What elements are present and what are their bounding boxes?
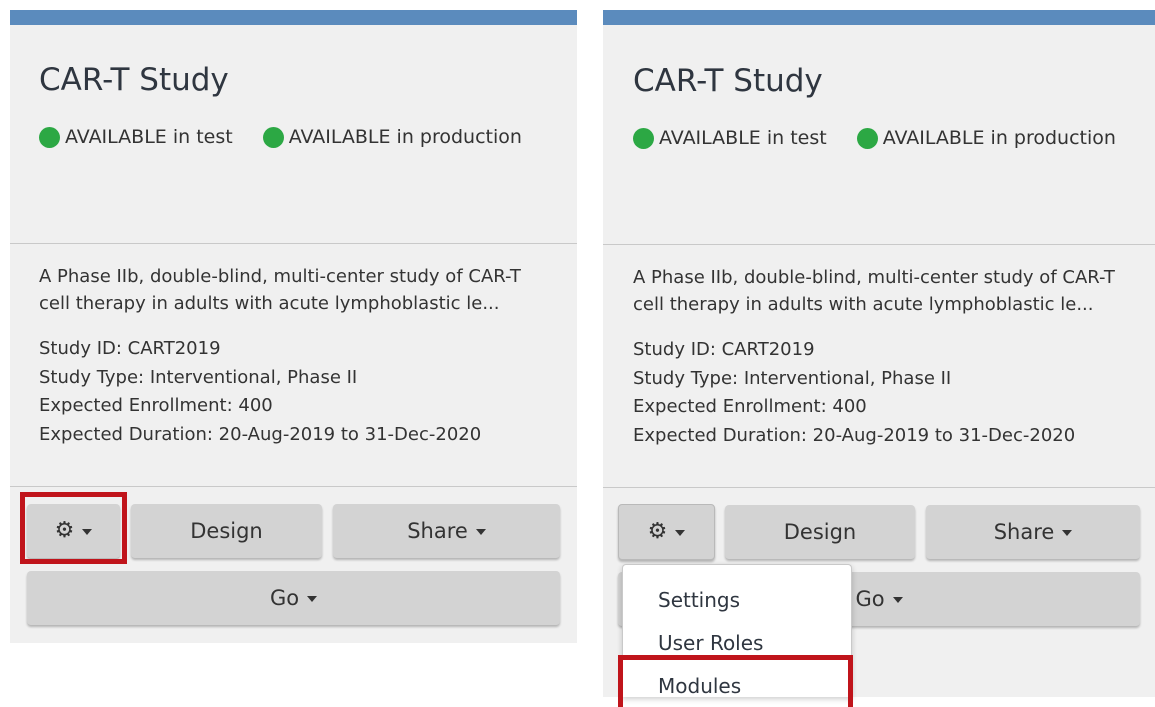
status-production: AVAILABLE in production — [262, 126, 522, 148]
study-description: A Phase IIb, double-blind, multi-center … — [39, 266, 521, 314]
divider — [10, 486, 577, 487]
expected-enrollment: Expected Enrollment: 400 — [39, 395, 273, 416]
chevron-down-icon — [1062, 530, 1073, 536]
status-production-label: AVAILABLE in production — [288, 126, 522, 148]
study-details: Study ID: CART2019 Study Type: Intervent… — [633, 336, 1075, 450]
design-button[interactable]: Design — [725, 505, 915, 559]
share-button-label: Share — [993, 520, 1055, 544]
study-description: A Phase IIb, double-blind, multi-center … — [633, 267, 1115, 315]
study-id: Study ID: CART2019 — [633, 339, 815, 360]
study-type: Study Type: Interventional, Phase II — [633, 367, 952, 389]
status-test: AVAILABLE in test — [39, 126, 233, 148]
highlight-box — [618, 655, 853, 707]
go-button[interactable]: Go — [27, 571, 560, 625]
status-dot-icon — [633, 127, 654, 149]
status-dot-icon — [856, 127, 878, 149]
status-test-label: AVAILABLE in test — [659, 127, 827, 149]
share-button[interactable]: Share — [926, 505, 1140, 559]
study-title: CAR-T Study — [633, 63, 823, 99]
study-card-right: CAR-T Study AVAILABLE in test AVAILABLE … — [603, 10, 1155, 707]
design-button[interactable]: Design — [131, 504, 322, 558]
status-production-label: AVAILABLE in production — [882, 127, 1116, 149]
card-header-bar — [603, 10, 1155, 25]
go-button-label: Go — [269, 586, 300, 610]
status-row: AVAILABLE in test AVAILABLE in productio… — [39, 126, 522, 148]
status-production: AVAILABLE in production — [856, 127, 1116, 149]
chevron-down-icon — [307, 596, 318, 602]
menu-item-user-roles[interactable]: User Roles — [658, 631, 763, 655]
expected-duration: Expected Duration: 20-Aug-2019 to 31-Dec… — [39, 423, 482, 445]
design-button-label: Design — [783, 520, 857, 544]
study-id: Study ID: CART2019 — [39, 338, 221, 359]
share-button-label: Share — [407, 519, 468, 543]
study-details: Study ID: CART2019 Study Type: Intervent… — [39, 335, 481, 449]
divider — [10, 243, 577, 244]
card-header-bar — [10, 10, 577, 25]
divider — [603, 244, 1155, 245]
study-type: Study Type: Interventional, Phase II — [39, 366, 358, 388]
status-dot-icon — [39, 126, 60, 148]
study-title: CAR-T Study — [39, 62, 229, 98]
status-dot-icon — [262, 126, 284, 148]
expected-enrollment: Expected Enrollment: 400 — [633, 396, 867, 417]
status-row: AVAILABLE in test AVAILABLE in productio… — [633, 127, 1116, 149]
design-button-label: Design — [190, 519, 263, 543]
chevron-down-icon — [892, 597, 903, 603]
share-button[interactable]: Share — [333, 504, 560, 558]
chevron-down-icon — [675, 530, 686, 536]
gear-icon: ⚙ — [647, 519, 668, 544]
chevron-down-icon — [475, 529, 486, 535]
menu-item-settings[interactable]: Settings — [658, 588, 740, 612]
status-test: AVAILABLE in test — [633, 127, 827, 149]
status-test-label: AVAILABLE in test — [65, 126, 233, 148]
study-card-left: CAR-T Study AVAILABLE in test AVAILABLE … — [10, 10, 577, 643]
settings-gear-button[interactable]: ⚙ — [618, 504, 715, 560]
expected-duration: Expected Duration: 20-Aug-2019 to 31-Dec… — [633, 424, 1076, 446]
divider — [603, 487, 1155, 488]
go-button-label: Go — [855, 587, 885, 611]
highlight-box — [20, 492, 127, 564]
